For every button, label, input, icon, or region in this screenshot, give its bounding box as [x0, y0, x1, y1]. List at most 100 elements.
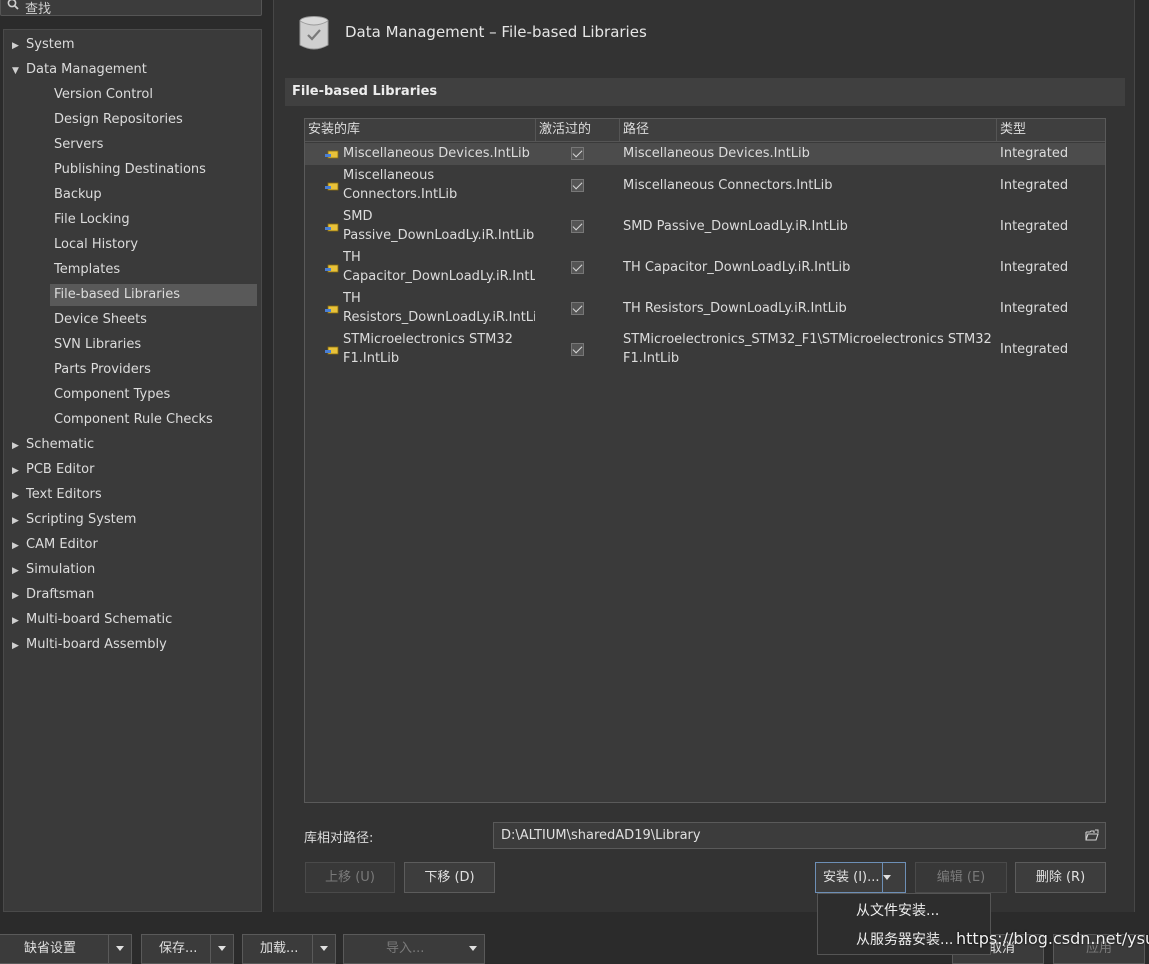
library-path-line: Miscellaneous Connectors.IntLib [623, 177, 833, 193]
tree-item-version-control[interactable]: Version Control [50, 84, 257, 106]
save-label: 保存... [159, 941, 198, 956]
activated-checkbox[interactable] [571, 260, 584, 274]
library-icon [325, 305, 339, 313]
table-row[interactable]: STMicroelectronics STM32 F1.IntLib STMicro… [305, 329, 1105, 370]
chevron-right-icon[interactable]: ▶ [12, 435, 26, 457]
tree-item-backup[interactable]: Backup [50, 184, 257, 206]
tree-item-multi-board-schematic[interactable]: ▶ Multi-board Schematic [12, 609, 172, 631]
chevron-down-icon [116, 946, 124, 951]
chevron-right-icon[interactable]: ▶ [12, 585, 26, 607]
column-header-path[interactable]: 路径 [620, 119, 997, 141]
move-down-button[interactable]: 下移 (D) [404, 862, 495, 893]
tree-item-file-based-libraries[interactable]: File-based Libraries [50, 284, 257, 306]
install-from-file-item[interactable]: 从文件安装... [856, 900, 939, 920]
chevron-right-icon[interactable]: ▶ [12, 560, 26, 582]
install-button[interactable]: 安装 (I)... [815, 862, 906, 893]
activated-checkbox[interactable] [571, 301, 584, 315]
activated-checkbox[interactable] [571, 147, 584, 160]
tree-item-component-rule-checks[interactable]: Component Rule Checks [50, 409, 257, 431]
library-name-line: Miscellaneous [343, 168, 435, 183]
tree-item-label: System [26, 37, 75, 52]
column-header-activated[interactable]: 激活过的 [536, 119, 620, 141]
tree-item-label: Data Management [26, 62, 147, 77]
install-from-server-item[interactable]: 从服务器安装... [856, 929, 953, 949]
table-row[interactable]: Miscellaneous Connectors.IntLib Miscellane… [305, 165, 1105, 206]
tree-item-data-management[interactable]: ▼ Data Management [12, 59, 147, 81]
table-row[interactable]: Miscellaneous Devices.IntLib Miscellaneou… [305, 143, 1105, 165]
library-name-line: Passive_DownLoadLy.iR.IntLib [343, 228, 535, 243]
load-dropdown[interactable] [312, 935, 335, 963]
library-icon [325, 182, 339, 190]
tree-item-simulation[interactable]: ▶ Simulation [12, 559, 95, 581]
libraries-table: 安装的库 激活过的 路径 类型 Miscellaneous Devices.In… [304, 118, 1106, 803]
edit-button[interactable]: 编辑 (E) [915, 862, 1007, 893]
table-row[interactable]: TH Resistors_DownLoadLy.iR.IntLib TH Resis… [305, 288, 1105, 329]
chevron-right-icon[interactable]: ▶ [12, 485, 26, 507]
chevron-right-icon[interactable]: ▶ [12, 635, 26, 657]
tree-item-schematic[interactable]: ▶ Schematic [12, 434, 94, 456]
defaults-dropdown[interactable] [108, 935, 131, 963]
tree-item-templates[interactable]: Templates [50, 259, 257, 281]
library-name-line: F1.IntLib [343, 351, 400, 366]
move-up-button[interactable]: 上移 (U) [305, 862, 395, 893]
tree-item-label: File Locking [54, 212, 130, 227]
activated-checkbox[interactable] [571, 178, 584, 192]
chevron-right-icon[interactable]: ▶ [12, 35, 26, 57]
tree-item-label: Component Types [54, 387, 171, 402]
import-dropdown[interactable] [462, 935, 484, 963]
folder-open-icon[interactable] [1085, 829, 1099, 841]
search-icon [7, 0, 19, 10]
tree-item-label: Multi-board Assembly [26, 637, 167, 652]
relative-path-field[interactable]: D:\ALTIUM\sharedAD19\Library [493, 822, 1106, 849]
tree-item-label: Local History [54, 237, 139, 252]
tree-item-multi-board-assembly[interactable]: ▶ Multi-board Assembly [12, 634, 167, 656]
save-dropdown[interactable] [210, 935, 233, 963]
install-dropdown-button[interactable] [882, 863, 905, 892]
load-button[interactable]: 加载... [242, 934, 336, 964]
table-row[interactable]: TH Capacitor_DownLoadLy.iR.IntLib TH Capac… [305, 247, 1105, 288]
chevron-right-icon[interactable]: ▶ [12, 535, 26, 557]
tree-item-local-history[interactable]: Local History [50, 234, 257, 256]
tree-item-file-locking[interactable]: File Locking [50, 209, 257, 231]
library-path: Miscellaneous Devices.IntLib [623, 144, 810, 163]
tree-item-label: Device Sheets [54, 312, 147, 327]
library-type: Integrated [1000, 300, 1069, 316]
activated-checkbox[interactable] [571, 219, 584, 233]
preferences-tree: ▶ System ▼ Data Management Version Control De… [3, 29, 262, 912]
chevron-right-icon[interactable]: ▶ [12, 460, 26, 482]
tree-item-label: File-based Libraries [54, 287, 180, 302]
chevron-down-icon [469, 946, 477, 951]
library-path: TH Resistors_DownLoadLy.iR.IntLib [623, 299, 847, 318]
library-type: Integrated [1000, 177, 1069, 193]
table-row[interactable]: SMD Passive_DownLoadLy.iR.IntLib SMD Passi… [305, 206, 1105, 247]
library-name-line: SMD [343, 209, 373, 224]
tree-item-component-types[interactable]: Component Types [50, 384, 257, 406]
chevron-right-icon[interactable]: ▶ [12, 510, 26, 532]
tree-item-draftsman[interactable]: ▶ Draftsman [12, 584, 94, 606]
search-input[interactable]: 查找 [0, 0, 262, 17]
tree-item-device-sheets[interactable]: Device Sheets [50, 309, 257, 331]
tree-item-cam-editor[interactable]: ▶ CAM Editor [12, 534, 98, 556]
column-header-type[interactable]: 类型 [997, 119, 1105, 141]
tree-item-publishing-destinations[interactable]: Publishing Destinations [50, 159, 257, 181]
tree-item-pcb-editor[interactable]: ▶ PCB Editor [12, 459, 94, 481]
activated-checkbox[interactable] [571, 342, 584, 356]
tree-item-label: PCB Editor [26, 462, 95, 477]
tree-item-label: Multi-board Schematic [26, 612, 173, 627]
import-button[interactable]: 导入... [343, 934, 485, 964]
tree-item-system[interactable]: ▶ System [12, 34, 74, 56]
tree-item-scripting-system[interactable]: ▶ Scripting System [12, 509, 136, 531]
chevron-right-icon[interactable]: ▶ [12, 610, 26, 632]
tree-item-svn-libraries[interactable]: SVN Libraries [50, 334, 257, 356]
defaults-button[interactable]: 缺省设置 [0, 934, 132, 964]
tree-item-design-repositories[interactable]: Design Repositories [50, 109, 257, 131]
column-header-installed[interactable]: 安装的库 [305, 119, 536, 141]
tree-item-servers[interactable]: Servers [50, 134, 257, 156]
save-button[interactable]: 保存... [141, 934, 234, 964]
tree-item-text-editors[interactable]: ▶ Text Editors [12, 484, 102, 506]
tree-item-parts-providers[interactable]: Parts Providers [50, 359, 257, 381]
library-name-line: Miscellaneous Devices.IntLib [343, 146, 530, 161]
chevron-down-icon[interactable]: ▼ [12, 60, 26, 82]
remove-button[interactable]: 删除 (R) [1015, 862, 1106, 893]
library-name: STMicroelectronics STM32 F1.IntLib [343, 330, 535, 368]
